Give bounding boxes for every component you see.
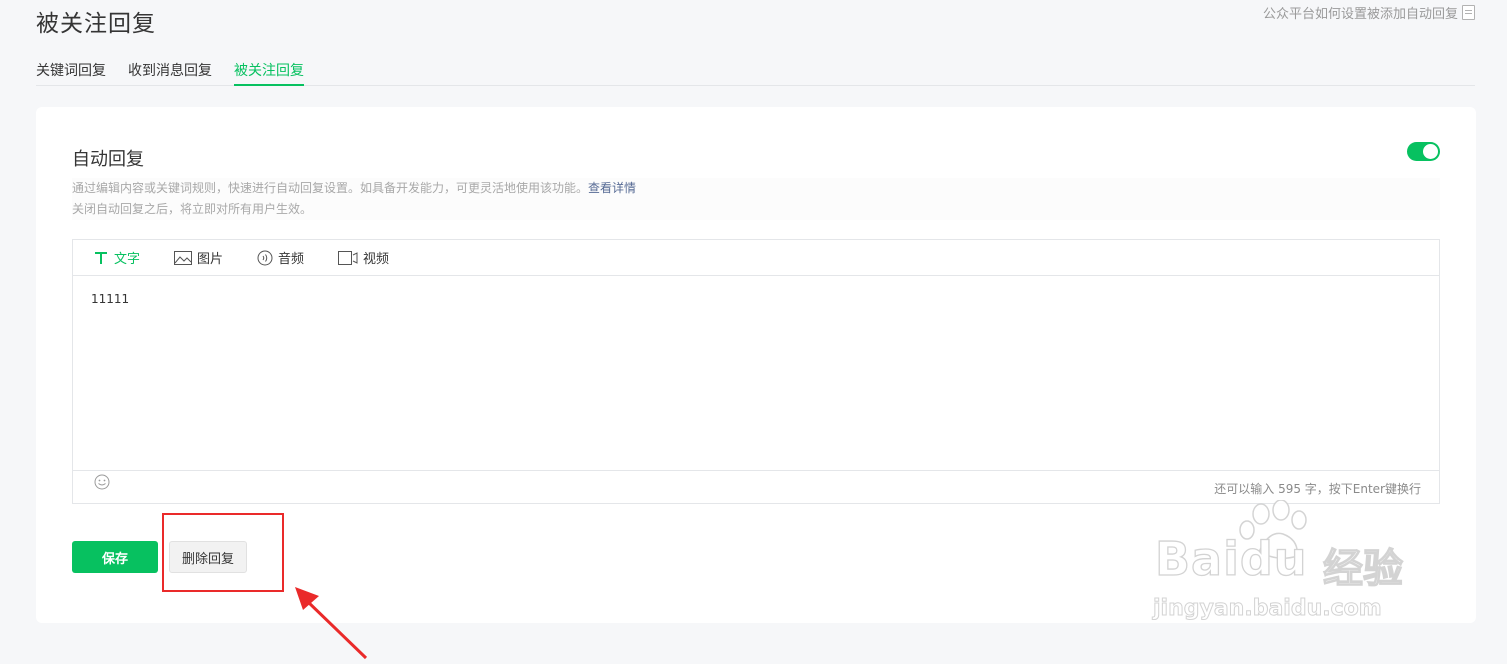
editor-tab-audio-label: 音频	[278, 252, 305, 267]
delete-reply-button[interactable]: 删除回复	[169, 541, 247, 573]
editor-tab-text-label: 文字	[114, 252, 141, 267]
auto-reply-card: 自动回复 通过编辑内容或关键词规则，快速进行自动回复设置。如具备开发能力，可更灵…	[36, 107, 1476, 623]
description: 通过编辑内容或关键词规则，快速进行自动回复设置。如具备开发能力，可更灵活地使用该…	[72, 178, 1440, 220]
page-title: 被关注回复	[36, 11, 156, 37]
tab-keyword-reply[interactable]: 关键词回复	[36, 52, 106, 84]
character-counter: 还可以输入 595 字，按下Enter键换行	[1214, 482, 1421, 496]
video-icon	[338, 250, 358, 265]
toggle-knob	[1423, 144, 1438, 159]
document-icon	[1462, 5, 1475, 20]
description-line-2: 关闭自动回复之后，将立即对所有用户生效。	[72, 202, 313, 216]
help-link-label[interactable]: 公众平台如何设置被添加自动回复	[1263, 3, 1458, 22]
text-icon	[95, 251, 107, 264]
editor-type-tabs: 文字 图片 音频 视频	[73, 240, 1439, 276]
save-button[interactable]: 保存	[72, 541, 158, 573]
image-icon	[174, 250, 193, 265]
view-details-link[interactable]: 查看详情	[588, 181, 636, 195]
reply-type-tabs: 关键词回复 收到消息回复 被关注回复	[36, 52, 1475, 86]
reply-text-area[interactable]: 11111	[73, 276, 1439, 471]
tab-follow-reply[interactable]: 被关注回复	[234, 52, 304, 86]
section-title: 自动回复	[72, 149, 144, 170]
editor-tab-text[interactable]: 文字	[93, 248, 140, 267]
editor-tab-video-label: 视频	[363, 252, 390, 267]
help-link[interactable]: 公众平台如何设置被添加自动回复	[1263, 3, 1475, 22]
editor-tab-audio[interactable]: 音频	[257, 248, 304, 267]
editor-tab-image[interactable]: 图片	[174, 248, 223, 267]
tab-message-reply[interactable]: 收到消息回复	[128, 52, 212, 84]
audio-icon	[257, 250, 273, 265]
reply-editor: 文字 图片 音频 视频 11111 还可以输入 595 字，按下Enter键换行	[72, 239, 1440, 504]
auto-reply-toggle[interactable]	[1407, 142, 1440, 161]
editor-tab-video[interactable]: 视频	[338, 248, 389, 267]
description-line-1: 通过编辑内容或关键词规则，快速进行自动回复设置。如具备开发能力，可更灵活地使用该…	[72, 178, 1440, 199]
editor-footer: 还可以输入 595 字，按下Enter键换行	[73, 471, 1439, 502]
description-text: 通过编辑内容或关键词规则，快速进行自动回复设置。如具备开发能力，可更灵活地使用该…	[72, 181, 589, 195]
editor-tab-image-label: 图片	[197, 252, 224, 267]
emoji-icon[interactable]	[94, 474, 110, 490]
